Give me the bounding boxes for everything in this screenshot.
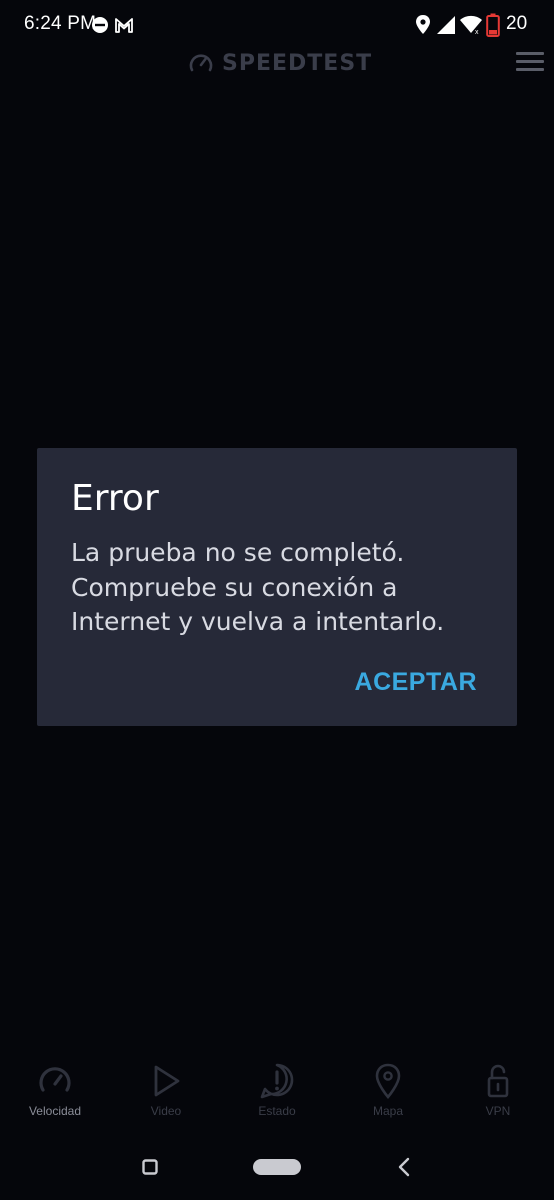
nav-item-vpn[interactable]: VPN <box>443 1062 553 1118</box>
play-icon <box>154 1065 180 1097</box>
alert-bubble-icon <box>260 1063 294 1099</box>
gmail-icon <box>115 18 133 33</box>
battery-icon <box>486 13 500 37</box>
wifi-icon: x <box>460 15 482 35</box>
nav-label-vpn: VPN <box>485 1104 511 1118</box>
nav-label-estado: Estado <box>258 1104 296 1118</box>
do-not-disturb-icon <box>92 17 108 33</box>
nav-label-velocidad: Velocidad <box>28 1104 82 1118</box>
back-icon[interactable] <box>397 1157 411 1177</box>
home-pill-icon[interactable] <box>253 1159 301 1175</box>
dialog-title: Error <box>71 478 159 519</box>
recents-icon[interactable] <box>142 1159 158 1175</box>
speedometer-logo-icon <box>189 54 213 72</box>
battery-level: 20 <box>506 13 528 34</box>
speedometer-icon <box>39 1067 71 1092</box>
nav-label-mapa: Mapa <box>372 1104 404 1118</box>
accept-button[interactable]: ACEPTAR <box>355 668 477 697</box>
signal-icon <box>437 16 455 34</box>
nav-item-video[interactable]: Video <box>111 1062 221 1118</box>
bottom-nav: Velocidad Video Estado Mapa VPN <box>0 1062 554 1128</box>
nav-item-estado[interactable]: Estado <box>222 1062 332 1118</box>
speedtest-logo: SPEEDTEST <box>188 50 372 76</box>
map-pin-icon <box>375 1063 401 1100</box>
nav-item-velocidad[interactable]: Velocidad <box>0 1062 110 1118</box>
speedtest-screen: 6:24 PM x 20 SPEEDTEST Error La prueba n… <box>0 0 554 1200</box>
status-bar: 6:24 PM x 20 <box>0 0 554 50</box>
app-header: SPEEDTEST <box>0 46 554 86</box>
error-dialog: Error La prueba no se completó. Comprueb… <box>37 448 517 726</box>
hamburger-menu-icon[interactable] <box>516 52 544 74</box>
status-time: 6:24 PM <box>24 13 97 34</box>
dialog-message: La prueba no se completó. Compruebe su c… <box>71 538 445 636</box>
location-icon <box>416 15 430 34</box>
system-nav-bar <box>0 1140 554 1200</box>
unlock-icon <box>487 1064 509 1098</box>
brand-name: SPEEDTEST <box>222 50 373 76</box>
svg-text:x: x <box>475 29 479 35</box>
nav-label-video: Video <box>150 1104 182 1118</box>
nav-item-mapa[interactable]: Mapa <box>333 1062 443 1118</box>
